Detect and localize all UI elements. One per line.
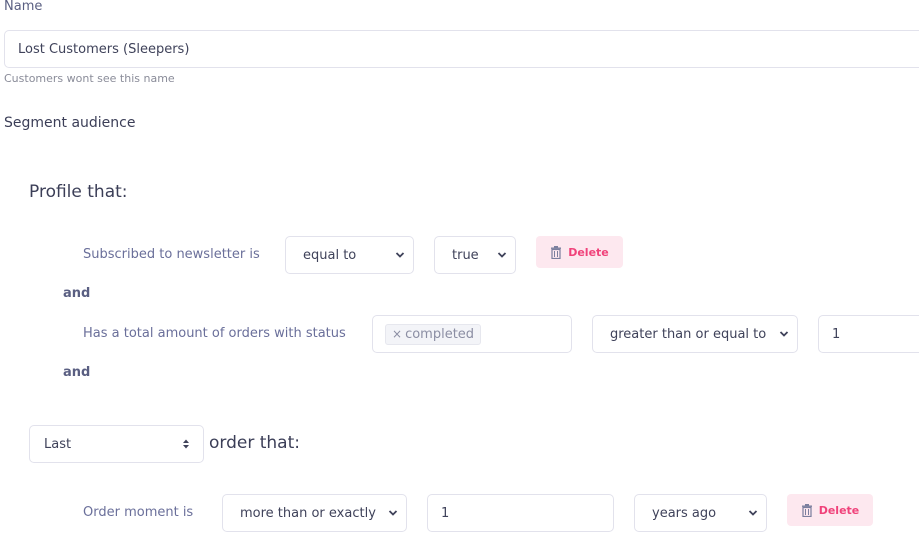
time-unit-select[interactable]: years ago — [634, 494, 767, 532]
name-field-label: Name — [4, 0, 43, 14]
name-hint: Customers wont see this name — [4, 72, 175, 85]
tag-label: completed — [405, 326, 475, 342]
chevron-down-icon — [388, 510, 398, 516]
and-connector: and — [63, 365, 91, 380]
operator-select-value: more than or exactly — [240, 505, 376, 521]
operator-select-value: equal to — [303, 247, 357, 263]
time-amount-input[interactable] — [427, 494, 614, 532]
time-unit-value: years ago — [652, 505, 717, 521]
value-select-value: true — [452, 247, 479, 263]
order-position-select[interactable]: Last — [29, 425, 204, 463]
delete-label: Delete — [568, 245, 609, 259]
status-tag-input[interactable]: × completed — [372, 315, 572, 353]
remove-tag-icon[interactable]: × — [392, 327, 402, 341]
operator-select[interactable]: equal to — [285, 236, 414, 274]
condition-label: Order moment is — [83, 505, 194, 520]
delete-label: Delete — [818, 503, 860, 517]
condition-label: Subscribed to newsletter is — [83, 247, 260, 262]
condition-label: Has a total amount of orders with status — [83, 326, 346, 341]
operator-select[interactable]: more than or exactly — [222, 494, 407, 532]
delete-condition-button[interactable]: Delete — [787, 494, 873, 526]
sort-updown-icon — [183, 439, 189, 449]
order-position-value: Last — [44, 436, 72, 452]
order-count-input[interactable] — [818, 315, 919, 353]
trash-icon — [801, 503, 812, 517]
status-tag: × completed — [385, 323, 482, 345]
segment-audience-title: Segment audience — [4, 115, 136, 131]
profile-group-title: Profile that: — [29, 182, 128, 202]
chevron-down-icon — [497, 252, 507, 258]
chevron-down-icon — [395, 252, 405, 258]
value-select[interactable]: true — [434, 236, 516, 274]
chevron-down-icon — [779, 331, 789, 337]
trash-icon — [551, 245, 562, 259]
order-group-title: order that: — [209, 433, 300, 453]
name-input[interactable] — [4, 30, 919, 68]
delete-condition-button[interactable]: Delete — [536, 236, 623, 268]
and-connector: and — [63, 286, 91, 301]
operator-select-value: greater than or equal to — [610, 326, 767, 342]
operator-select[interactable]: greater than or equal to — [592, 315, 798, 353]
chevron-down-icon — [748, 510, 758, 516]
